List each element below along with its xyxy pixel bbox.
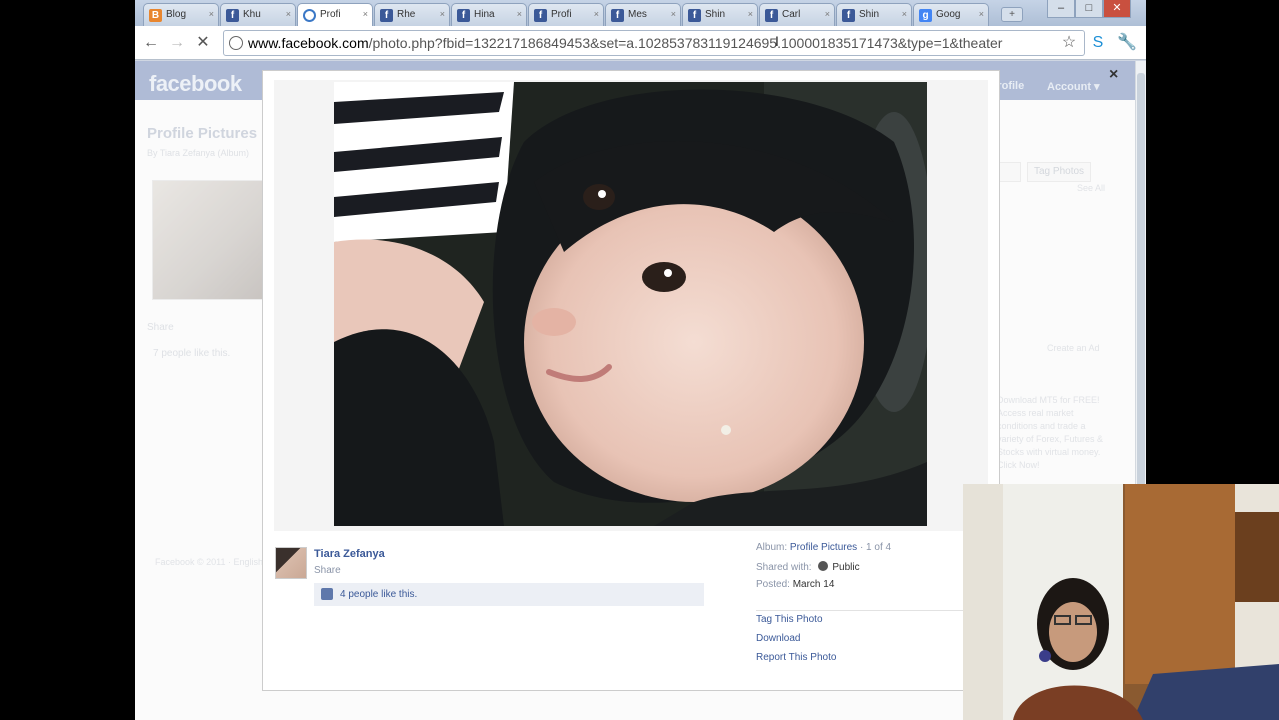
minimize-button[interactable]: – xyxy=(1047,0,1075,18)
posted-label: Posted: xyxy=(756,579,790,590)
tab-close-icon[interactable]: × xyxy=(979,9,984,19)
posted-meta: Posted: March 14 xyxy=(756,579,834,590)
facebook-icon: f xyxy=(688,9,701,22)
browser-tab[interactable]: B Blog × xyxy=(143,3,219,26)
browser-tab[interactable]: f Shin × xyxy=(682,3,758,26)
loading-icon xyxy=(303,9,316,22)
tab-label: Khu xyxy=(243,9,261,20)
facebook-icon: f xyxy=(842,9,855,22)
google-icon: g xyxy=(919,9,932,22)
tab-close-icon[interactable]: × xyxy=(671,9,676,19)
tab-label: Goog xyxy=(936,9,961,20)
forward-button[interactable]: → xyxy=(167,33,187,53)
owner-avatar[interactable] xyxy=(275,547,307,579)
photo-stage xyxy=(274,80,988,531)
tab-close-icon[interactable]: × xyxy=(594,9,599,19)
tab-label: Hina xyxy=(474,9,495,20)
tab-label: Shin xyxy=(705,9,726,20)
tab-close-icon[interactable]: × xyxy=(517,9,522,19)
tab-label: Blog xyxy=(166,9,187,20)
new-tab-button[interactable]: + xyxy=(1001,7,1023,22)
stop-loading-button[interactable]: ✕ xyxy=(193,33,213,53)
likes-bar: 4 people like this. xyxy=(314,583,704,606)
browser-tab[interactable]: f Rhe × xyxy=(374,3,450,26)
download-link[interactable]: Download xyxy=(756,633,800,644)
scrollbar-thumb[interactable] xyxy=(1137,73,1145,493)
tab-close-icon[interactable]: × xyxy=(286,9,291,19)
browser-tab[interactable]: g Goog × xyxy=(913,3,989,26)
tab-strip: + – □ ✕ B Blog × f Khu × Profi × f Rhe × f Hina × f Pro… xyxy=(135,0,1146,26)
share-link[interactable]: Share xyxy=(314,565,341,576)
facebook-icon: f xyxy=(457,9,470,22)
tab-close-icon[interactable]: × xyxy=(440,9,445,19)
album-label: Album: xyxy=(756,542,788,553)
blogger-icon: B xyxy=(149,9,162,22)
bookmark-star-icon[interactable]: ☆ xyxy=(1059,33,1079,53)
shared-with-meta: Shared with: Public xyxy=(756,561,860,573)
album-position: · 1 of 4 xyxy=(859,542,892,553)
tab-close-icon[interactable]: × xyxy=(825,9,830,19)
tab-close-icon[interactable]: × xyxy=(902,9,907,19)
shared-with-label: Shared with: xyxy=(756,562,812,573)
facebook-icon: f xyxy=(534,9,547,22)
webcam-overlay-video xyxy=(963,484,1279,720)
meta-divider xyxy=(756,610,966,611)
tag-photo-link[interactable]: Tag This Photo xyxy=(756,614,823,625)
browser-tab[interactable]: Profi × xyxy=(297,3,373,26)
browser-tab[interactable]: f Shin × xyxy=(836,3,912,26)
browser-tab[interactable]: f Khu × xyxy=(220,3,296,26)
likes-text[interactable]: 4 people like this. xyxy=(340,589,417,600)
report-photo-link[interactable]: Report This Photo xyxy=(756,652,836,663)
thumbs-up-icon xyxy=(321,588,333,600)
tab-label: Rhe xyxy=(397,9,416,20)
text-cursor-icon: I xyxy=(775,33,779,49)
main-photo[interactable] xyxy=(334,82,927,526)
tab-label: Profi xyxy=(551,9,572,20)
photo-viewer-modal: Tiara Zefanya Share 4 people like this. … xyxy=(263,71,999,690)
browser-tab[interactable]: f Carl × xyxy=(759,3,835,26)
back-button[interactable]: ← xyxy=(141,33,161,53)
shared-with-value[interactable]: Public xyxy=(832,562,859,573)
tab-label: Shin xyxy=(859,9,880,20)
tab-label: Mes xyxy=(628,9,647,20)
tab-label: Carl xyxy=(782,9,801,20)
address-bar[interactable]: www.facebook.com/photo.php?fbid=13221718… xyxy=(223,30,1085,56)
facebook-icon: f xyxy=(226,9,239,22)
facebook-icon: f xyxy=(765,9,778,22)
posted-date: March 14 xyxy=(792,579,835,590)
facebook-icon: f xyxy=(380,9,393,22)
album-meta: Album: Profile Pictures · 1 of 4 xyxy=(756,542,891,553)
wrench-menu-icon[interactable]: 🔧 xyxy=(1117,33,1137,53)
owner-name-link[interactable]: Tiara Zefanya xyxy=(314,548,385,560)
skype-extension-icon[interactable]: S xyxy=(1088,33,1108,53)
album-link[interactable]: Profile Pictures xyxy=(790,542,857,553)
browser-toolbar: ← → ✕ www.facebook.com/photo.php?fbid=13… xyxy=(135,26,1146,60)
browser-tab[interactable]: f Mes × xyxy=(605,3,681,26)
tab-close-icon[interactable]: × xyxy=(748,9,753,19)
url-path: /photo.php?fbid=132217186849453&set=a.10… xyxy=(368,35,1003,51)
browser-tab[interactable]: f Profi × xyxy=(528,3,604,26)
tab-close-icon[interactable]: × xyxy=(209,9,214,19)
globe-icon xyxy=(818,561,829,571)
close-viewer-button[interactable]: × xyxy=(1109,66,1118,84)
tab-close-icon[interactable]: × xyxy=(363,9,368,19)
page-info-icon xyxy=(229,36,243,50)
facebook-icon: f xyxy=(611,9,624,22)
tab-label: Profi xyxy=(320,9,341,20)
maximize-button[interactable]: □ xyxy=(1075,0,1103,18)
browser-tab[interactable]: f Hina × xyxy=(451,3,527,26)
url-host: www.facebook.com xyxy=(248,35,369,51)
window-close-button[interactable]: ✕ xyxy=(1103,0,1131,18)
